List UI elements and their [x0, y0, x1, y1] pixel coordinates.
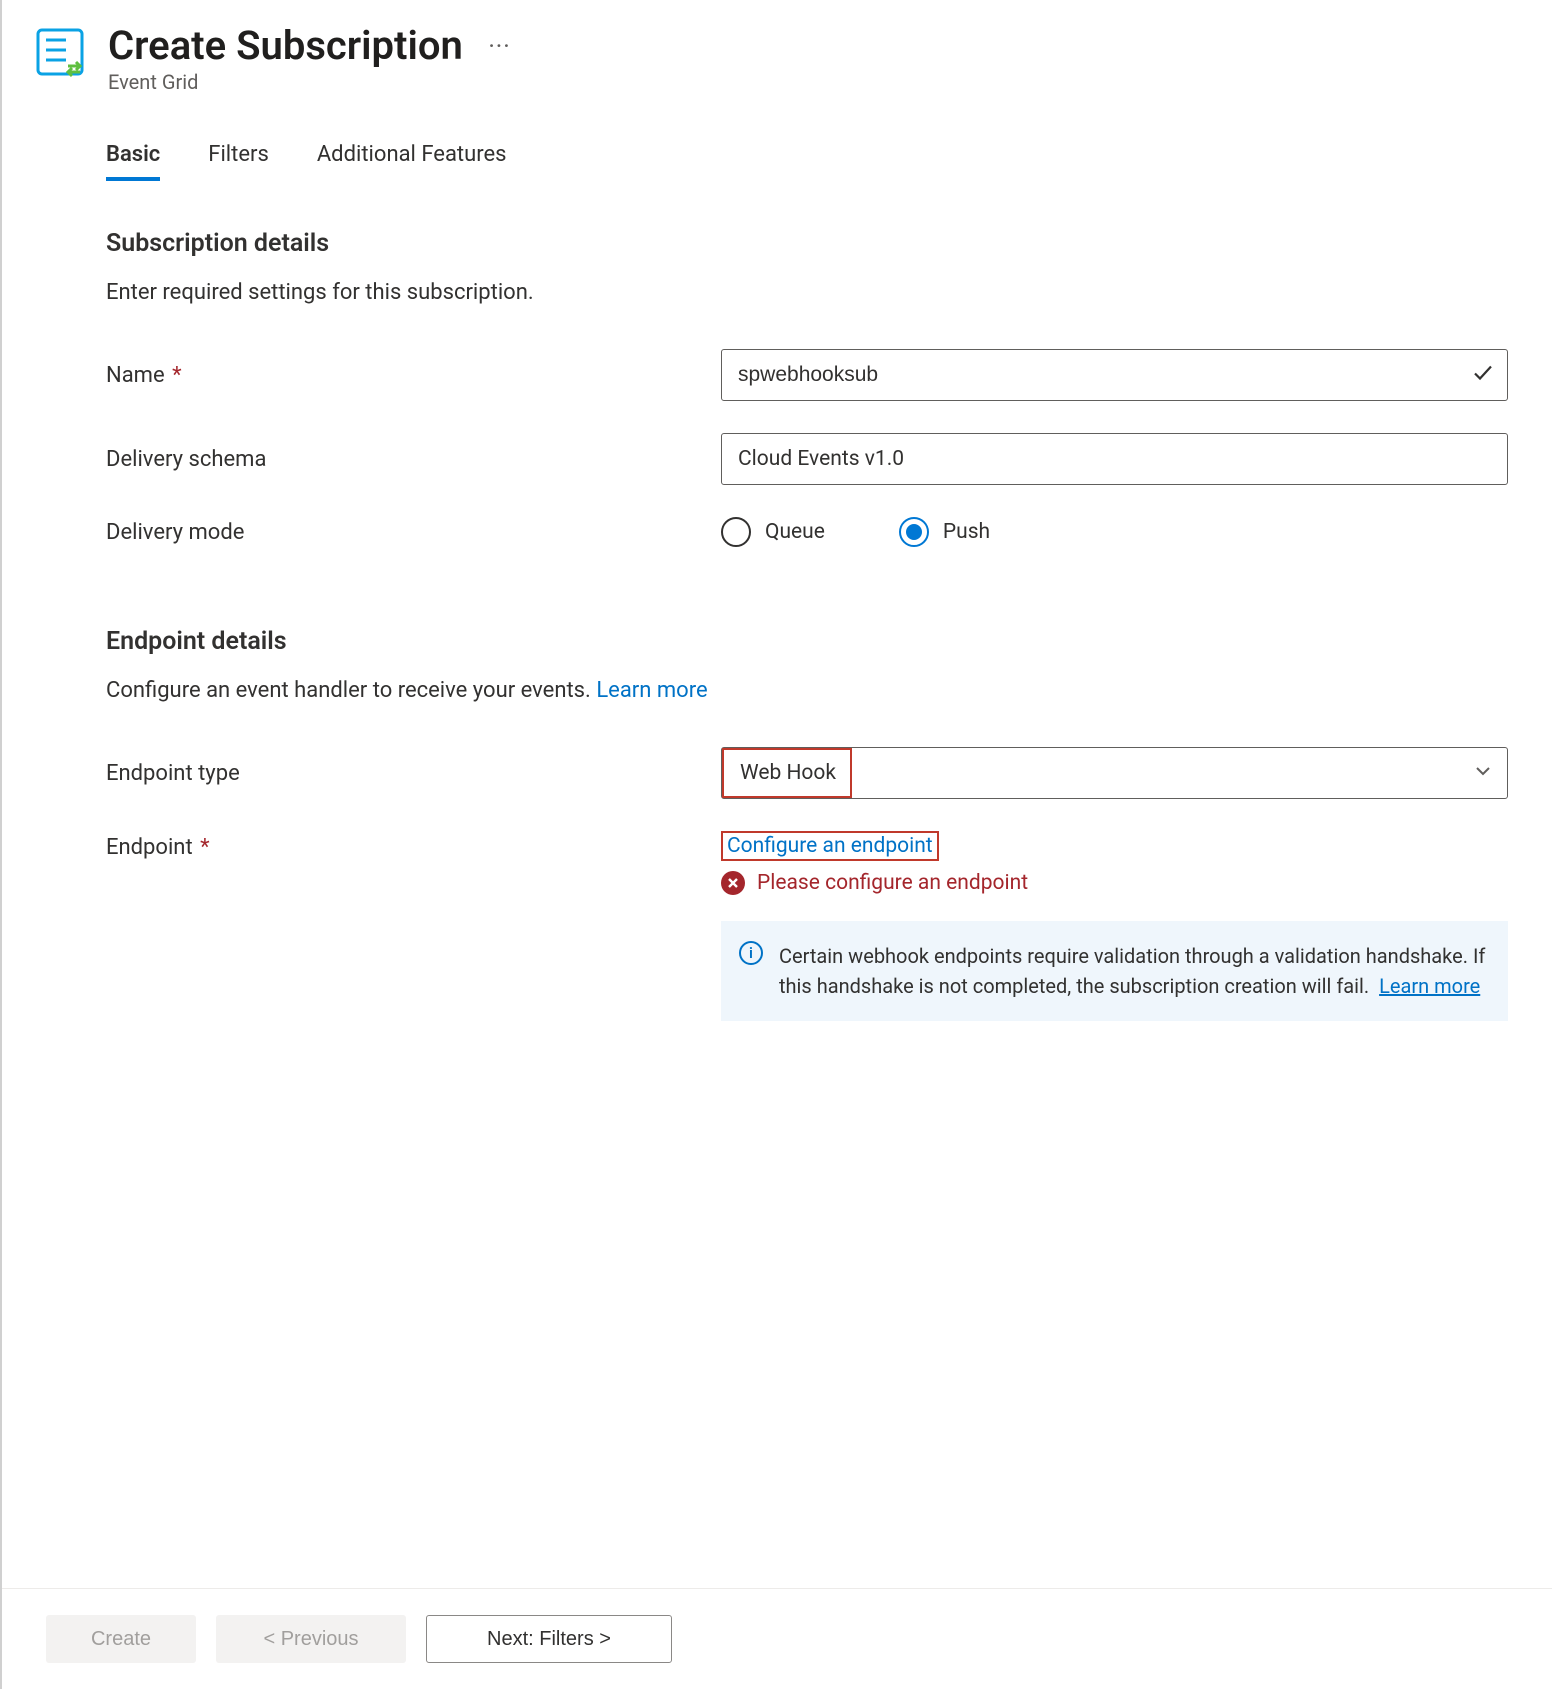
name-input[interactable]	[721, 349, 1508, 401]
name-label: Name	[106, 363, 165, 388]
tab-additional-features[interactable]: Additional Features	[317, 142, 507, 181]
delivery-mode-label: Delivery mode	[106, 520, 244, 545]
tab-filters[interactable]: Filters	[208, 142, 269, 181]
delivery-mode-push-radio[interactable]: Push	[899, 517, 990, 547]
endpoint-label: Endpoint	[106, 835, 193, 860]
previous-button[interactable]: < Previous	[216, 1615, 406, 1663]
endpoint-details-heading: Endpoint details	[106, 627, 1508, 656]
endpoint-info-learn-more-link[interactable]: Learn more	[1379, 974, 1480, 998]
endpoint-type-label: Endpoint type	[106, 761, 240, 786]
subscription-details-heading: Subscription details	[106, 229, 1508, 258]
tabs: Basic Filters Additional Features	[106, 142, 1508, 181]
radio-icon	[721, 517, 751, 547]
endpoint-info-box: i Certain webhook endpoints require vali…	[721, 921, 1508, 1021]
error-icon	[721, 871, 745, 895]
create-button[interactable]: Create	[46, 1615, 196, 1663]
info-icon: i	[739, 941, 763, 965]
page-subtitle: Event Grid	[108, 70, 511, 94]
endpoint-type-value: Web Hook	[740, 761, 836, 785]
radio-icon	[899, 517, 929, 547]
endpoint-details-desc: Configure an event handler to receive yo…	[106, 678, 1508, 703]
required-marker: *	[167, 363, 182, 388]
more-icon[interactable]: ···	[489, 36, 511, 57]
endpoint-learn-more-link[interactable]: Learn more	[596, 678, 707, 703]
wizard-footer: Create < Previous Next: Filters >	[2, 1588, 1552, 1689]
delivery-mode-queue-radio[interactable]: Queue	[721, 517, 825, 547]
tab-basic[interactable]: Basic	[106, 142, 160, 181]
delivery-schema-label: Delivery schema	[106, 447, 266, 472]
event-grid-icon	[32, 24, 88, 80]
page-title: Create Subscription	[108, 24, 463, 68]
endpoint-type-select[interactable]: Web Hook	[721, 747, 1508, 799]
delivery-schema-select[interactable]: Cloud Events v1.0	[721, 433, 1508, 485]
subscription-details-desc: Enter required settings for this subscri…	[106, 280, 1508, 305]
delivery-mode-push-label: Push	[943, 520, 990, 544]
endpoint-error-text: Please configure an endpoint	[757, 871, 1028, 895]
required-marker: *	[195, 835, 210, 860]
configure-endpoint-link[interactable]: Configure an endpoint	[721, 831, 939, 861]
delivery-mode-queue-label: Queue	[765, 520, 825, 544]
next-button[interactable]: Next: Filters >	[426, 1615, 672, 1663]
